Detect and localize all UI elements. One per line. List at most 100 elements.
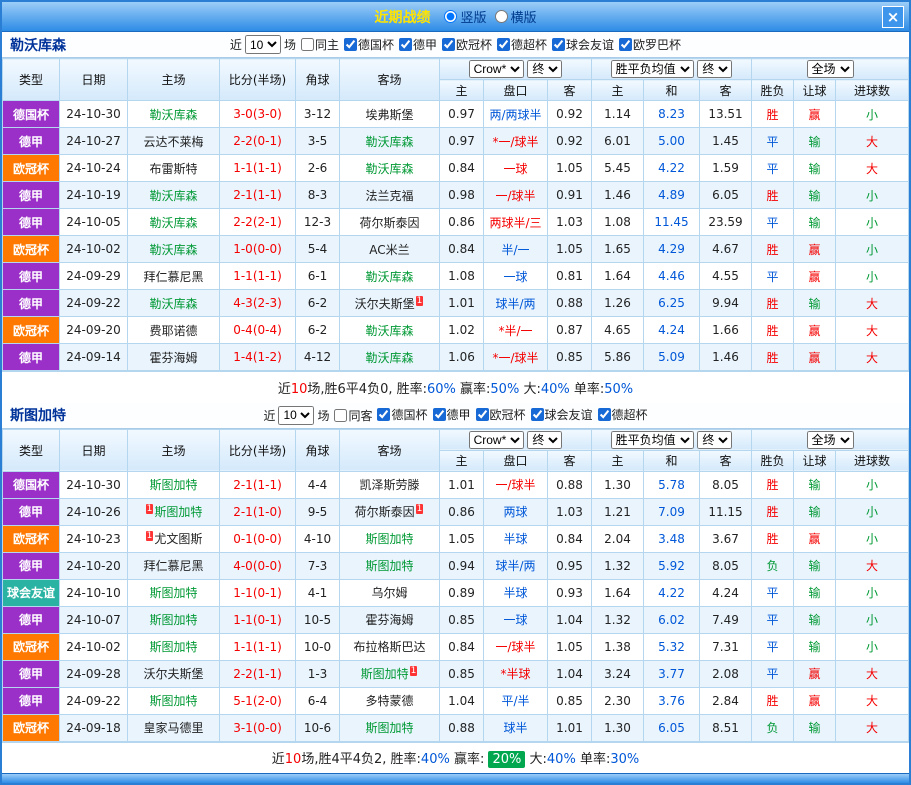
competition-badge: 德甲	[3, 687, 60, 714]
rank-badge: 1	[410, 666, 418, 676]
league-checkbox[interactable]	[377, 408, 390, 421]
odds-home-cell: 0.88	[440, 714, 484, 741]
col-date: 日期	[60, 429, 128, 471]
scope-select[interactable]: 全场	[807, 431, 854, 449]
score-cell: 1-1(0-1)	[220, 606, 296, 633]
col-avg-away: 客	[700, 450, 752, 471]
score-cell: 3-0(3-0)	[220, 101, 296, 128]
score-cell: 2-1(1-1)	[220, 471, 296, 498]
same-venue-filter[interactable]: 同客	[329, 407, 372, 424]
odds-time-select[interactable]: 终	[527, 431, 562, 449]
avg-home-cell: 1.32	[592, 552, 644, 579]
recent-count-select[interactable]: 10	[245, 35, 281, 54]
corner-cell: 4-12	[296, 344, 340, 371]
odds-away-cell: 1.04	[548, 660, 592, 687]
league-label: 欧罗巴杯	[633, 36, 681, 53]
handicap-cell: 一/球半	[484, 471, 548, 498]
recent-count-select[interactable]: 10	[278, 406, 314, 425]
avg-home-cell: 1.64	[592, 263, 644, 290]
col-type: 类型	[3, 59, 60, 101]
avg-home-cell: 1.65	[592, 236, 644, 263]
league-checkbox[interactable]	[619, 38, 632, 51]
layout-horizontal-option[interactable]: 横版	[495, 7, 537, 26]
col-corner: 角球	[296, 429, 340, 471]
col-result: 胜负	[752, 80, 794, 101]
odds-away-cell: 0.81	[548, 263, 592, 290]
competition-badge: 欧冠杯	[3, 633, 60, 660]
league-label: 德超杯	[511, 36, 547, 53]
goals-cell: 小	[836, 579, 909, 606]
competition-badge: 德国杯	[3, 471, 60, 498]
league-filter-欧冠杯[interactable]: 欧冠杯	[471, 406, 526, 423]
layout-vertical-option[interactable]: 竖版	[444, 7, 486, 26]
odds-company-select[interactable]: Crow*	[469, 431, 524, 449]
avg-away-cell: 1.66	[700, 317, 752, 344]
handicap-result-cell: 输	[794, 155, 836, 182]
avg-draw-cell: 4.22	[644, 579, 700, 606]
col-away: 客场	[340, 59, 440, 101]
avg-draw-cell: 4.29	[644, 236, 700, 263]
match-date: 24-10-26	[60, 498, 128, 525]
avg-away-cell: 2.84	[700, 687, 752, 714]
odds-home-cell: 0.98	[440, 182, 484, 209]
odds-time-select[interactable]: 终	[527, 60, 562, 78]
vertical-radio[interactable]	[444, 10, 457, 23]
away-team-cell: 勒沃库森	[340, 128, 440, 155]
league-filter-德超杯[interactable]: 德超杯	[593, 406, 648, 423]
goals-cell: 大	[836, 155, 909, 182]
team-section-leverkusen: 勒沃库森 近 10 场 同主 德国杯德甲欧冠杯德超杯球会友谊欧罗巴杯	[2, 32, 909, 403]
score-cell: 4-3(2-3)	[220, 290, 296, 317]
league-checkbox[interactable]	[344, 38, 357, 51]
odds-home-cell: 0.86	[440, 498, 484, 525]
league-checkbox[interactable]	[476, 408, 489, 421]
odds-away-cell: 0.85	[548, 344, 592, 371]
avg-type-select[interactable]: 胜平负均值	[611, 60, 694, 78]
avg-draw-cell: 6.02	[644, 606, 700, 633]
league-checkbox[interactable]	[531, 408, 544, 421]
league-filter-德超杯[interactable]: 德超杯	[492, 36, 547, 53]
handicap-cell: 一球	[484, 155, 548, 182]
league-checkbox[interactable]	[497, 38, 510, 51]
scope-select[interactable]: 全场	[807, 60, 854, 78]
league-filter-欧冠杯[interactable]: 欧冠杯	[437, 36, 492, 53]
col-avg-home: 主	[592, 80, 644, 101]
league-checkbox[interactable]	[442, 38, 455, 51]
score-cell: 0-4(0-4)	[220, 317, 296, 344]
horizontal-radio[interactable]	[495, 10, 508, 23]
away-team-cell: 勒沃库森	[340, 344, 440, 371]
league-filter-德国杯[interactable]: 德国杯	[372, 406, 427, 423]
league-filter-球会友谊[interactable]: 球会友谊	[547, 36, 614, 53]
league-filter-欧罗巴杯[interactable]: 欧罗巴杯	[614, 36, 681, 53]
close-button[interactable]: ×	[882, 6, 904, 28]
match-row: 欧冠杯24-10-02勒沃库森1-0(0-0)5-4AC米兰0.84半/一1.0…	[3, 236, 909, 263]
stat-segment: 60%	[427, 382, 456, 397]
avg-type-select[interactable]: 胜平负均值	[611, 431, 694, 449]
league-checkbox[interactable]	[399, 38, 412, 51]
avg-away-cell: 7.49	[700, 606, 752, 633]
avg-home-cell: 1.64	[592, 579, 644, 606]
league-filter-德甲[interactable]: 德甲	[428, 406, 471, 423]
avg-away-cell: 3.67	[700, 525, 752, 552]
home-team-cell: 拜仁慕尼黑	[128, 552, 220, 579]
result-cell: 平	[752, 128, 794, 155]
same-venue-filter[interactable]: 同主	[296, 36, 339, 53]
league-filter-德甲[interactable]: 德甲	[394, 36, 437, 53]
corner-cell: 10-5	[296, 606, 340, 633]
avg-time-select[interactable]: 终	[697, 431, 732, 449]
odds-away-cell: 0.84	[548, 525, 592, 552]
handicap-result-cell: 输	[794, 579, 836, 606]
avg-draw-cell: 3.48	[644, 525, 700, 552]
league-checkbox[interactable]	[552, 38, 565, 51]
avg-time-select[interactable]: 终	[697, 60, 732, 78]
league-checkbox[interactable]	[433, 408, 446, 421]
odds-company-select[interactable]: Crow*	[469, 60, 524, 78]
same-venue-checkbox[interactable]	[334, 409, 347, 422]
league-checkbox[interactable]	[598, 408, 611, 421]
match-date: 24-10-05	[60, 209, 128, 236]
score-cell: 2-1(1-0)	[220, 498, 296, 525]
match-date: 24-10-30	[60, 471, 128, 498]
league-filter-球会友谊[interactable]: 球会友谊	[526, 406, 593, 423]
league-filter-德国杯[interactable]: 德国杯	[339, 36, 394, 53]
same-venue-checkbox[interactable]	[301, 38, 314, 51]
avg-group-header: 胜平负均值 终	[592, 429, 752, 450]
